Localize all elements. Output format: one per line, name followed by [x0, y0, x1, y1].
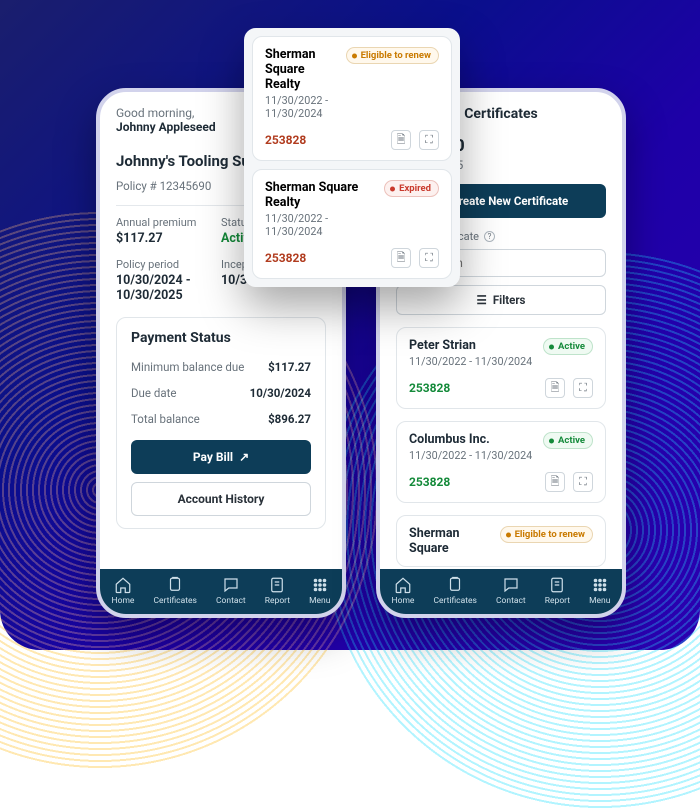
payment-status-panel: Payment Status Minimum balance due $117.2…: [116, 317, 326, 529]
nav-label: Contact: [216, 596, 246, 606]
policy-period-label: Policy period: [116, 258, 221, 271]
certificate-id: 253828: [265, 133, 306, 147]
certificate-overlay: Sherman Square Realty11/30/2022 - 11/30/…: [244, 28, 460, 287]
certificate-id: 253828: [265, 251, 306, 265]
home-icon: [114, 576, 132, 594]
certificate-period: 11/30/2022 - 11/30/2024: [409, 355, 532, 368]
payment-status-title: Payment Status: [131, 330, 311, 346]
chat-icon: [222, 576, 240, 594]
nav-label: Certificates: [433, 596, 476, 606]
certificate-card[interactable]: Sherman Square Realty11/30/2022 - 11/30/…: [252, 36, 452, 161]
certificate-name: Sherman Square Realty: [265, 180, 376, 210]
certificate-icon: [166, 576, 184, 594]
bottom-nav: Home Certificates Contact Report Menu: [100, 569, 342, 614]
certificate-id: 253828: [409, 381, 450, 395]
status-badge: Active: [543, 338, 593, 355]
document-icon[interactable]: 🗎: [545, 472, 565, 492]
document-icon[interactable]: 🗎: [391, 130, 411, 150]
expand-icon[interactable]: ⛶: [419, 130, 439, 150]
due-date-value: 10/30/2024: [250, 386, 311, 400]
certificate-name: Sherman Square Realty: [265, 47, 338, 92]
filters-button[interactable]: ☰ Filters: [396, 285, 606, 315]
nav-report[interactable]: Report: [265, 576, 290, 606]
report-icon: [268, 576, 286, 594]
nav-certificates[interactable]: Certificates: [153, 576, 196, 606]
certificate-card[interactable]: Columbus Inc. 11/30/2022 - 11/30/2024 Acti…: [396, 421, 606, 503]
status-badge: Active: [543, 432, 593, 449]
certificate-icon: [446, 576, 464, 594]
greeting-text: Good morning,: [116, 106, 194, 120]
annual-premium-value: $117.27: [116, 231, 221, 246]
expand-icon[interactable]: ⛶: [419, 248, 439, 268]
menu-grid-icon: [591, 576, 609, 594]
pay-bill-label: Pay Bill: [193, 450, 233, 464]
nav-label: Home: [392, 596, 415, 606]
bottom-nav: Home Certificates Contact Report Menu: [380, 569, 622, 614]
info-icon[interactable]: ?: [484, 231, 495, 242]
nav-contact[interactable]: Contact: [496, 576, 526, 606]
expand-icon[interactable]: ⛶: [573, 378, 593, 398]
certificate-card[interactable]: Sherman Square Eligible to renew: [396, 515, 606, 567]
expand-icon[interactable]: ⛶: [573, 472, 593, 492]
certificate-period: 11/30/2022 - 11/30/2024: [409, 449, 532, 462]
account-history-button[interactable]: Account History: [131, 482, 311, 516]
report-icon: [548, 576, 566, 594]
due-date-label: Due date: [131, 386, 176, 400]
certificate-card[interactable]: Peter Strian 11/30/2022 - 11/30/2024 Activ…: [396, 327, 606, 409]
certificate-name: Columbus Inc.: [409, 432, 532, 447]
total-balance-label: Total balance: [131, 412, 200, 426]
nav-label: Menu: [589, 596, 610, 606]
nav-label: Home: [112, 596, 135, 606]
certificate-name: Sherman Square: [409, 526, 492, 556]
certificate-period: 11/30/2022 - 11/30/2024: [265, 212, 376, 238]
document-icon[interactable]: 🗎: [391, 248, 411, 268]
nav-home[interactable]: Home: [112, 576, 135, 606]
menu-grid-icon: [311, 576, 329, 594]
status-badge: Eligible to renew: [346, 47, 439, 64]
nav-label: Contact: [496, 596, 526, 606]
nav-menu[interactable]: Menu: [589, 576, 610, 606]
nav-label: Menu: [309, 596, 330, 606]
nav-certificates[interactable]: Certificates: [433, 576, 476, 606]
external-icon: ↗: [239, 450, 249, 464]
certificate-name: Peter Strian: [409, 338, 532, 353]
min-due-label: Minimum balance due: [131, 360, 244, 374]
home-icon: [394, 576, 412, 594]
certificate-id: 253828: [409, 475, 450, 489]
filter-icon: ☰: [477, 293, 487, 307]
policy-period-value: 10/30/2024 - 10/30/2025: [116, 273, 221, 303]
status-badge: Expired: [384, 180, 439, 197]
min-due-value: $117.27: [268, 360, 311, 374]
nav-report[interactable]: Report: [545, 576, 570, 606]
create-label: Create New Certificate: [451, 194, 568, 208]
certificate-period: 11/30/2022 - 11/30/2024: [265, 94, 338, 120]
total-balance-value: $896.27: [268, 412, 311, 426]
nav-label: Report: [545, 596, 570, 606]
annual-premium-label: Annual premium: [116, 216, 221, 229]
nav-label: Report: [265, 596, 290, 606]
certificate-card[interactable]: Sherman Square Realty11/30/2022 - 11/30/…: [252, 169, 452, 279]
chat-icon: [502, 576, 520, 594]
nav-label: Certificates: [153, 596, 196, 606]
document-icon[interactable]: 🗎: [545, 378, 565, 398]
nav-home[interactable]: Home: [392, 576, 415, 606]
account-history-label: Account History: [178, 492, 265, 506]
pay-bill-button[interactable]: Pay Bill ↗: [131, 440, 311, 474]
filters-label: Filters: [493, 293, 526, 307]
status-badge: Eligible to renew: [500, 526, 593, 543]
policy-title: Johnny's Tooling Su: [116, 152, 250, 170]
nav-contact[interactable]: Contact: [216, 576, 246, 606]
nav-menu[interactable]: Menu: [309, 576, 330, 606]
